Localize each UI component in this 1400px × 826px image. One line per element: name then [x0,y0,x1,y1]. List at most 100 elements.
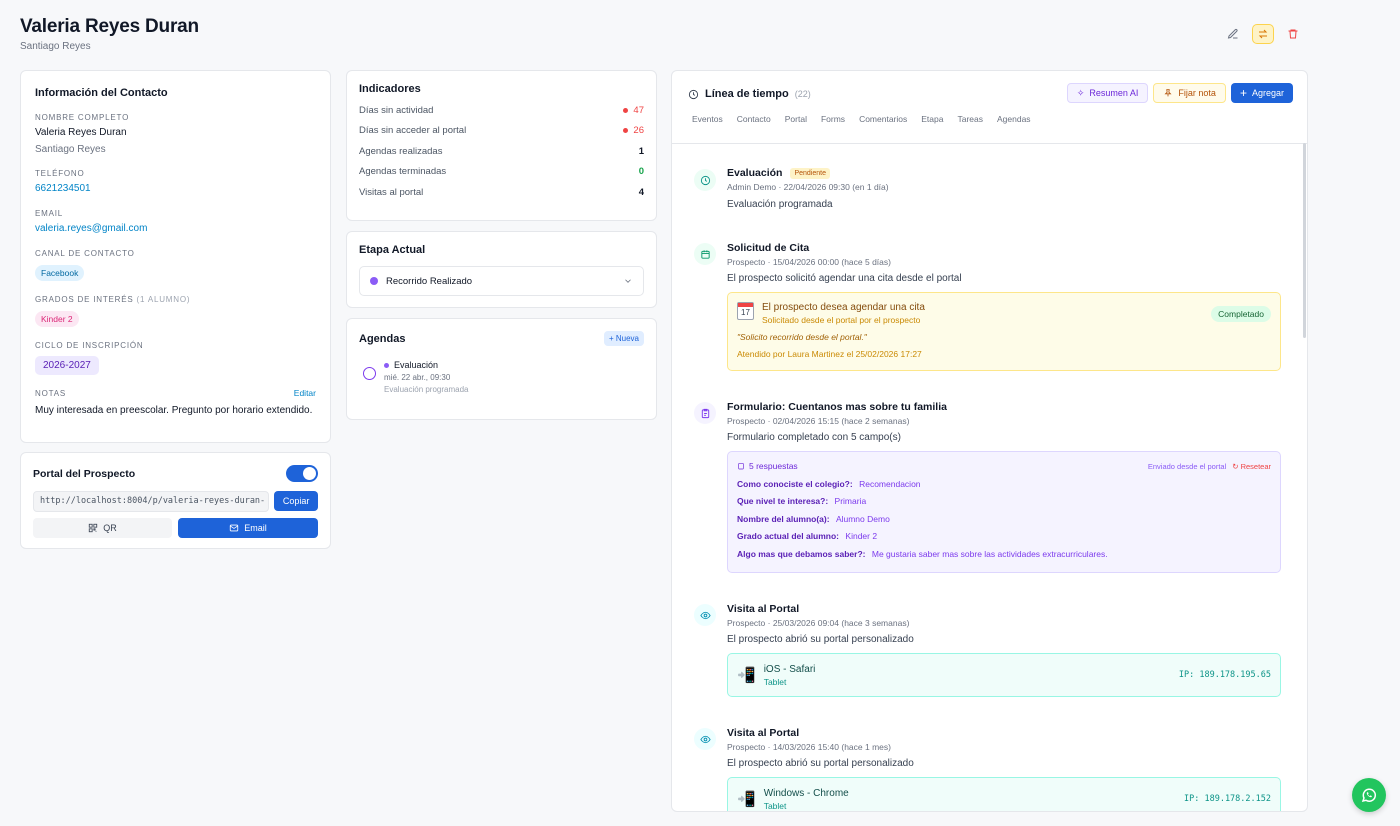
event-desc: Evaluación programada [727,199,833,210]
grades-count: (1 ALUMNO) [136,295,191,304]
plus-icon: + [1239,86,1247,100]
trash-icon [1288,29,1298,39]
indicator-label: Días sin actividad [359,104,434,116]
agenda-item-date: mié. 22 abr., 09:30 [384,373,451,382]
form-question: Que nivel te interesa?: [737,496,829,506]
email-button-label: Email [244,523,267,533]
stage-color-dot [370,277,378,285]
device-info-box: 📲 Windows - Chrome Tablet IP: 189.178.2.… [727,777,1281,811]
email-portal-button[interactable]: Email [178,518,318,538]
indicator-value-wrap: 0 [639,166,644,177]
form-question: Algo mas que debamos saber?: [737,548,866,559]
event-title-row: Evaluación Pendiente [727,167,1281,179]
qr-button[interactable]: QR [33,518,172,538]
form-answer-row: Grado actual del alumno: Kinder 2 [737,531,1271,541]
timeline-title: Línea de tiempo [705,88,789,100]
timeline-tab[interactable]: Tareas [957,114,983,124]
timeline-tab[interactable]: Portal [785,114,807,124]
whatsapp-button[interactable] [1352,778,1386,812]
agenda-dot [384,362,389,368]
new-agenda-button[interactable]: + Nueva [603,331,644,346]
ai-summary-button[interactable]: ✧ Resumen AI [1066,83,1149,103]
form-answer: Recomendacion [859,478,921,489]
event-icon-wrap [694,169,716,191]
timeline-event-form[interactable]: Formulario: Cuentanos mas sobre tu famil… [694,401,1281,573]
event-desc: El prospecto abrió su portal personaliza… [727,634,914,645]
stage-card: Etapa Actual Recorrido Realizado [346,231,657,308]
cycle-badge: 2026-2027 [35,356,99,375]
pin-note-button[interactable]: Fijar nota [1153,83,1226,103]
event-desc: Formulario completado con 5 campo(s) [727,432,901,443]
timeline-header: Línea de tiempo (22) Eventos Contacto Port… [672,71,1307,144]
email-label: EMAIL [35,209,64,218]
timeline-tab[interactable]: Agendas [997,114,1031,124]
stage-select[interactable]: Recorrido Realizado [359,266,644,296]
indicator-label: Visitas al portal [359,186,424,198]
timeline-event-portal-visit[interactable]: Visita al Portal Prospecto · 25/03/2026 … [694,603,1281,697]
device-info-box: 📲 iOS - Safari Tablet IP: 189.178.195.65 [727,653,1281,697]
add-label: Agregar [1251,88,1284,98]
edit-notes-link[interactable]: Editar [294,388,316,398]
indicator-value: 26 [633,125,644,136]
reset-button[interactable]: ↻ Resetear [1232,462,1271,471]
timeline-tab[interactable]: Contacto [737,114,771,124]
clock-icon [700,175,710,185]
edit-button[interactable] [1222,24,1244,44]
event-title: Visita al Portal [727,603,800,615]
form-answer-row: Como conociste el colegio?: Recomendacio… [737,479,1271,489]
phone-link[interactable]: 6621234501 [35,183,316,194]
event-title: Solicitud de Cita [727,242,810,254]
email-link[interactable]: valeria.reyes@gmail.com [35,223,316,234]
timeline-tab[interactable]: Comentarios [859,114,907,124]
appointment-box-title: El prospecto desea agendar una cita [762,302,925,313]
timeline-scrollbar[interactable] [1303,143,1306,338]
portal-toggle[interactable] [286,465,318,482]
timeline-tab[interactable]: Etapa [921,114,943,124]
event-meta: Admin Demo · 22/04/2026 09:30 (en 1 día) [727,182,889,192]
calendar-emoji-icon: 17 [737,302,754,320]
agenda-item-title: Evaluación [394,360,439,370]
agenda-status-circle[interactable] [363,367,376,380]
form-answer: Kinder 2 [845,531,878,541]
reset-label: Resetear [1240,461,1271,471]
timeline-actions: ✧ Resumen AI Fijar nota + Agregar [1066,83,1293,103]
indicator-row: Días sin acceder al portal 26 [359,125,644,136]
qr-icon [89,523,98,533]
reset-icon: ↻ [1232,461,1239,471]
ai-summary-label: Resumen AI [1089,88,1139,98]
timeline-tabs: Eventos Contacto Portal Forms Comentarios Eta… [688,114,1291,124]
swap-button[interactable] [1252,24,1274,44]
timeline-event-evaluation[interactable]: Evaluación Pendiente Admin Demo · 22/04/… [694,167,1281,210]
timeline-tab[interactable]: Eventos [692,114,723,124]
edit-icon [1227,28,1238,39]
indicator-value: 0 [638,166,644,177]
appointment-quote: "Solicito recorrido desde el portal." [737,332,867,342]
indicator-value: 4 [638,186,644,198]
timeline-event-appointment-request[interactable]: Solicitud de Cita Prospecto · 15/04/2026… [694,242,1281,371]
page-header: Valeria Reyes Duran Santiago Reyes [20,16,199,52]
device-name: Windows - Chrome [763,787,849,799]
indicator-row: Visitas al portal 4 [359,187,644,198]
form-responses-box: 5 respuestas Enviado desde el portal ↻ R… [727,451,1281,573]
indicator-label: Días sin acceder al portal [359,125,467,136]
contact-card-title: Información del Contacto [35,87,168,99]
portal-url-input[interactable]: http://localhost:8004/p/valeria-reyes-du… [33,491,270,512]
pin-note-label: Fijar nota [1178,88,1216,98]
device-type: Tablet [763,676,787,687]
header-actions [1222,24,1304,44]
timeline-event-portal-visit[interactable]: Visita al Portal Prospecto · 14/03/2026 … [694,727,1281,811]
agenda-item-desc: Evaluación programada [384,385,469,394]
indicators-card: Indicadores Días sin actividad 47 Días s… [346,70,657,221]
delete-button[interactable] [1282,24,1304,44]
timeline-tab[interactable]: Forms [821,114,845,124]
chevron-down-icon [625,279,631,283]
agenda-item[interactable]: Evaluación mié. 22 abr., 09:30 Evaluació… [359,360,644,394]
add-button[interactable]: + Agregar [1230,83,1293,103]
mail-icon [230,524,239,532]
indicator-label: Agendas realizadas [359,145,443,157]
event-meta: Prospecto · 14/03/2026 15:40 (hace 1 mes… [727,742,891,752]
grades-label: GRADOS DE INTERÉS (1 ALUMNO) [35,295,316,304]
device-ip: IP: 189.178.2.152 [1184,794,1271,804]
copy-button[interactable]: Copiar [274,491,318,511]
event-meta: Prospecto · 25/03/2026 09:04 (hace 3 sem… [727,618,910,628]
